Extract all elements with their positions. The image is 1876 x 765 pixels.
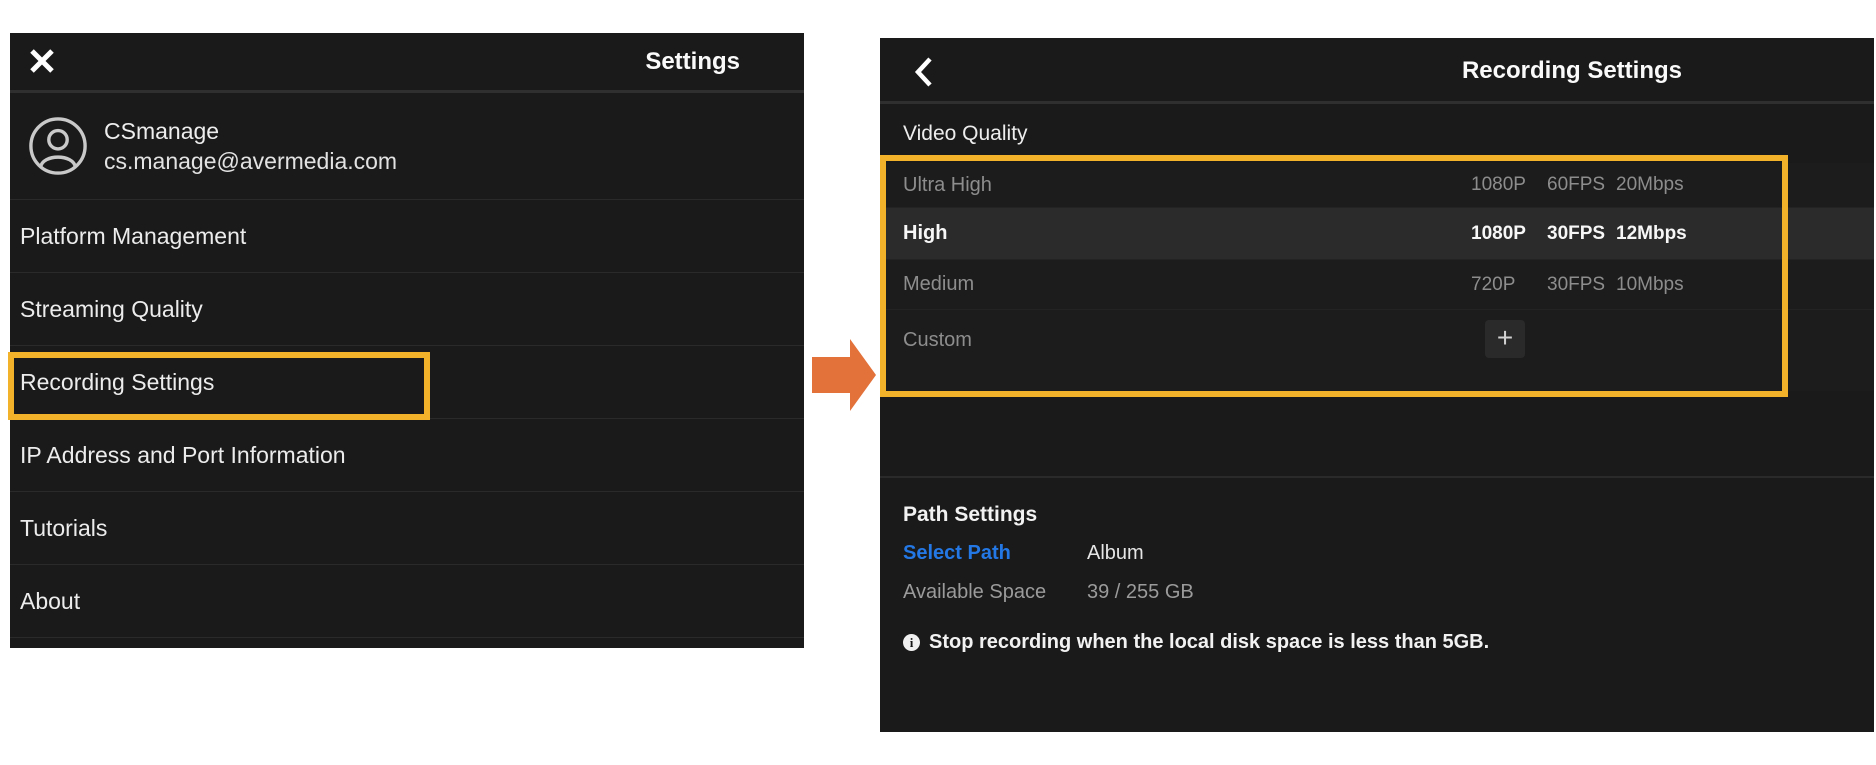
menu-item-label: IP Address and Port Information <box>20 442 346 469</box>
quality-values: 1080P 60FPS 20Mbps <box>1471 163 1684 207</box>
menu-item-streaming-quality[interactable]: Streaming Quality <box>10 273 804 346</box>
quality-name: High <box>903 222 947 245</box>
fps-value: 30FPS <box>1547 223 1616 245</box>
quality-option-high-selected[interactable]: High 1080P 30FPS 12Mbps <box>880 208 1874 260</box>
available-space-row: Available Space 39 / 255 GB <box>903 579 1874 605</box>
recording-settings-panel: Recording Settings Video Quality Ultra H… <box>880 38 1874 732</box>
bitrate-value: 20Mbps <box>1616 174 1684 196</box>
video-quality-label: Video Quality <box>903 122 1028 146</box>
fps-value: 30FPS <box>1547 274 1616 296</box>
video-quality-section-label: Video Quality <box>880 104 1874 163</box>
disk-space-note: i Stop recording when the local disk spa… <box>903 629 1874 655</box>
recording-settings-header: Recording Settings <box>880 38 1874 101</box>
menu-item-recording-settings[interactable]: Recording Settings <box>10 346 804 419</box>
fps-value: 60FPS <box>1547 174 1616 196</box>
select-path-row: Select Path Album <box>903 540 1874 566</box>
menu-item-tutorials[interactable]: Tutorials <box>10 492 804 565</box>
menu-item-label: Platform Management <box>20 223 246 250</box>
chevron-left-icon <box>914 56 933 88</box>
bitrate-value: 12Mbps <box>1616 223 1687 245</box>
settings-header: Settings <box>10 33 804 90</box>
resolution-value: 1080P <box>1471 174 1547 196</box>
quality-values: 720P 30FPS 10Mbps <box>1471 260 1684 309</box>
account-name: CSmanage <box>104 116 397 146</box>
available-space-value: 39 / 255 GB <box>1087 579 1194 605</box>
settings-menu: Platform Management Streaming Quality Re… <box>10 200 804 638</box>
profile-text: CSmanage cs.manage@avermedia.com <box>104 116 397 176</box>
select-path-link[interactable]: Select Path <box>903 540 1087 566</box>
screenshot-stage: Settings CSmanage cs.manage@avermedia.co… <box>0 0 1876 765</box>
path-settings-title: Path Settings <box>903 502 1874 528</box>
flow-arrow-icon <box>812 339 876 411</box>
available-space-label: Available Space <box>903 579 1087 605</box>
resolution-value: 1080P <box>1471 223 1547 245</box>
menu-item-label: About <box>20 588 80 615</box>
quality-values: 1080P 30FPS 12Mbps <box>1471 208 1687 259</box>
add-custom-quality-button[interactable]: + <box>1485 320 1525 358</box>
info-icon: i <box>903 634 920 651</box>
quality-option-medium[interactable]: Medium 720P 30FPS 10Mbps <box>880 260 1874 310</box>
menu-item-label: Streaming Quality <box>20 296 203 323</box>
settings-panel: Settings CSmanage cs.manage@avermedia.co… <box>10 33 804 648</box>
account-email: cs.manage@avermedia.com <box>104 146 397 176</box>
video-quality-options: Ultra High 1080P 60FPS 20Mbps High 1080P… <box>880 163 1874 391</box>
quality-name: Custom <box>903 329 972 352</box>
menu-item-ip-address-port[interactable]: IP Address and Port Information <box>10 419 804 492</box>
resolution-value: 720P <box>1471 274 1547 296</box>
close-icon <box>29 48 55 74</box>
menu-item-about[interactable]: About <box>10 565 804 638</box>
quality-name: Ultra High <box>903 174 992 197</box>
path-settings-section: Path Settings Select Path Album Availabl… <box>880 478 1874 655</box>
close-button[interactable] <box>27 46 57 76</box>
quality-option-ultra-high[interactable]: Ultra High 1080P 60FPS 20Mbps <box>880 163 1874 208</box>
avatar-icon <box>28 116 88 176</box>
select-path-value: Album <box>1087 540 1144 566</box>
back-button[interactable] <box>914 56 938 88</box>
note-text: Stop recording when the local disk space… <box>929 631 1489 654</box>
page-title: Recording Settings <box>1462 57 1682 85</box>
arrow-body <box>812 357 850 393</box>
menu-item-label: Recording Settings <box>20 369 214 396</box>
menu-item-label: Tutorials <box>20 515 107 542</box>
menu-item-platform-management[interactable]: Platform Management <box>10 200 804 273</box>
bitrate-value: 10Mbps <box>1616 274 1684 296</box>
quality-name: Medium <box>903 273 974 296</box>
account-profile: CSmanage cs.manage@avermedia.com <box>10 93 804 200</box>
arrow-head <box>850 339 876 411</box>
page-title: Settings <box>645 48 740 76</box>
quality-option-custom[interactable]: Custom + <box>880 310 1874 391</box>
